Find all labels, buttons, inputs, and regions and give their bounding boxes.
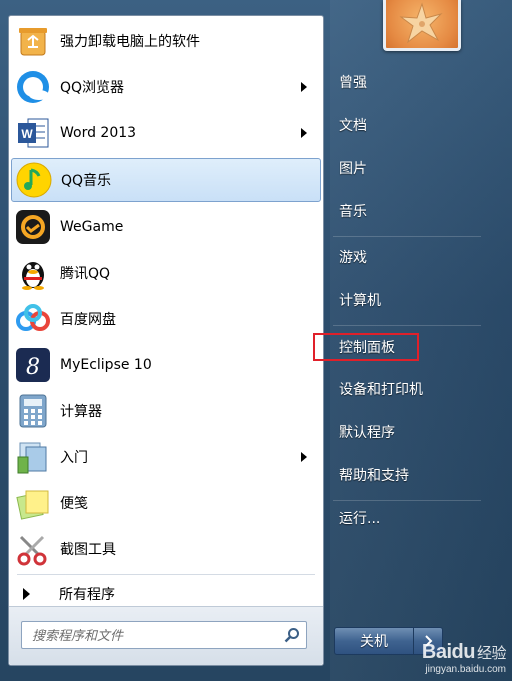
all-programs-label: 所有程序: [59, 587, 115, 603]
word-icon: W: [14, 114, 52, 152]
right-item-help-support[interactable]: 帮助和支持: [333, 458, 483, 492]
program-label: 截图工具: [60, 542, 116, 558]
annotation-highlight-box: [313, 333, 419, 361]
search-box[interactable]: [21, 621, 307, 649]
program-label: 计算器: [60, 404, 102, 420]
myeclipse-icon: 8: [14, 346, 52, 384]
search-icon[interactable]: [284, 627, 300, 643]
watermark-url: jingyan.baidu.com: [425, 664, 506, 675]
shutdown-button[interactable]: 关机: [334, 627, 414, 655]
right-item-label: 帮助和支持: [339, 468, 409, 484]
qq-browser-icon: [14, 68, 52, 106]
right-item-run[interactable]: 运行...: [333, 501, 483, 535]
program-uninstaller[interactable]: 强力卸载电脑上的软件: [11, 19, 321, 63]
program-wegame[interactable]: WeGame: [11, 205, 321, 249]
right-item-user[interactable]: 曾强: [333, 65, 483, 99]
user-avatar[interactable]: [383, 0, 461, 51]
sticky-notes-icon: [14, 484, 52, 522]
watermark-brand: Baidu: [421, 641, 476, 663]
getting-started-icon: [14, 438, 52, 476]
search-input[interactable]: [30, 623, 274, 649]
program-qq[interactable]: 腾讯QQ: [11, 251, 321, 295]
right-item-default-programs[interactable]: 默认程序: [333, 415, 483, 449]
program-snipping-tool[interactable]: 截图工具: [11, 527, 321, 571]
program-qq-browser[interactable]: QQ浏览器: [11, 65, 321, 109]
svg-text:W: W: [21, 127, 33, 141]
program-label: 便笺: [60, 496, 88, 512]
program-label: 入门: [60, 450, 88, 466]
right-item-music[interactable]: 音乐: [333, 194, 483, 228]
program-label: QQ浏览器: [60, 80, 125, 96]
program-qq-music[interactable]: QQ音乐: [11, 158, 321, 202]
program-label: 强力卸载电脑上的软件: [60, 34, 200, 50]
program-label: Word 2013: [60, 125, 137, 141]
program-label: QQ音乐: [61, 173, 112, 189]
recycle-bin-icon: [14, 22, 52, 60]
qq-penguin-icon: [14, 254, 52, 292]
program-label: 百度网盘: [60, 312, 116, 328]
divider: [333, 325, 481, 326]
play-arrow-icon: [23, 588, 30, 600]
right-item-label: 曾强: [339, 75, 367, 91]
right-item-label: 文档: [339, 118, 367, 134]
program-myeclipse[interactable]: 8 MyEclipse 10: [11, 343, 321, 387]
watermark-logo: Baidu 经验: [421, 641, 507, 664]
right-item-games[interactable]: 游戏: [333, 240, 483, 274]
program-baidu-netdisk[interactable]: 百度网盘: [11, 297, 321, 341]
program-sticky-notes[interactable]: 便笺: [11, 481, 321, 525]
right-item-label: 音乐: [339, 204, 367, 220]
svg-text:8: 8: [26, 355, 40, 380]
submenu-arrow-icon[interactable]: [301, 128, 307, 138]
calculator-icon: [14, 392, 52, 430]
program-label: WeGame: [60, 219, 124, 235]
program-getting-started[interactable]: 入门: [11, 435, 321, 479]
program-label: 腾讯QQ: [60, 266, 111, 282]
divider: [17, 574, 315, 575]
all-programs-button[interactable]: 所有程序: [11, 581, 321, 607]
divider: [333, 236, 481, 237]
baidu-netdisk-icon: [14, 300, 52, 338]
right-item-pictures[interactable]: 图片: [333, 151, 483, 185]
program-label: MyEclipse 10: [60, 357, 152, 373]
program-word[interactable]: W Word 2013: [11, 111, 321, 155]
qq-music-icon: [15, 161, 53, 199]
submenu-arrow-icon[interactable]: [301, 452, 307, 462]
right-item-label: 运行...: [339, 511, 381, 527]
wegame-icon: [14, 208, 52, 246]
right-item-label: 图片: [339, 161, 367, 177]
right-item-computer[interactable]: 计算机: [333, 283, 483, 317]
search-area: [9, 606, 323, 665]
submenu-arrow-icon[interactable]: [301, 82, 307, 92]
right-item-label: 默认程序: [339, 425, 395, 441]
baidu-watermark: Baidu 经验 jingyan.baidu.com: [421, 641, 507, 675]
right-item-label: 游戏: [339, 250, 367, 266]
right-item-label: 计算机: [339, 293, 381, 309]
right-item-label: 设备和打印机: [339, 382, 423, 398]
shutdown-label: 关机: [360, 634, 388, 650]
program-calculator[interactable]: 计算器: [11, 389, 321, 433]
starfish-icon: [399, 2, 443, 44]
programs-panel: 强力卸载电脑上的软件 QQ浏览器 W Word 2013 QQ音乐 WeGame…: [8, 15, 324, 666]
right-item-documents[interactable]: 文档: [333, 108, 483, 142]
watermark-suffix: 经验: [476, 645, 507, 662]
right-item-devices-printers[interactable]: 设备和打印机: [333, 372, 483, 406]
snipping-tool-icon: [14, 530, 52, 568]
